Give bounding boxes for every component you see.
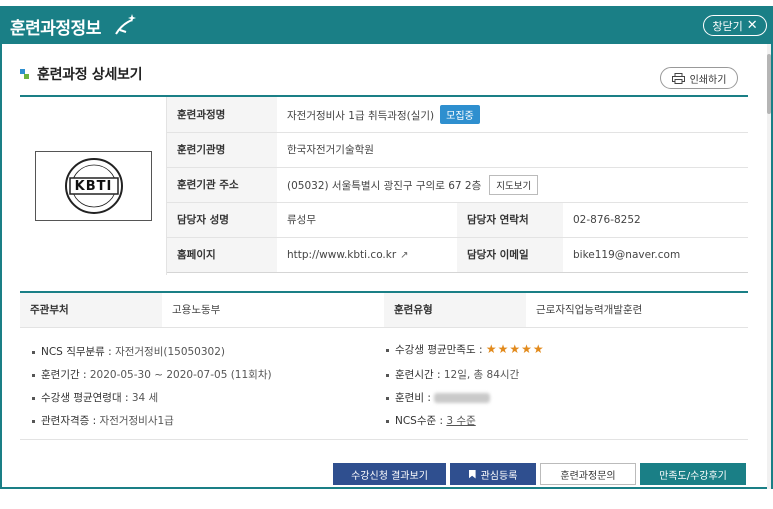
logo-cell: KBTI: [20, 97, 167, 275]
print-button[interactable]: 인쇄하기: [660, 67, 738, 89]
homepage-cell: http://www.kbti.co.kr ↗: [277, 237, 457, 273]
review-button[interactable]: 만족도/수강후기: [640, 463, 746, 485]
close-window-button[interactable]: 창닫기 ✕: [703, 15, 767, 36]
address-label: 훈련기관 주소: [167, 167, 277, 203]
course-detail-table: 훈련과정명 자전거정비사 1급 취득과정(실기) 모집중 훈련기관명 한국자전거기…: [167, 97, 748, 273]
contact-phone: 02-876-8252: [563, 202, 748, 238]
fact-label: 훈련비 :: [395, 392, 431, 404]
fact-label: NCS수준 :: [395, 415, 444, 427]
contact-email-label: 담당자 이메일: [457, 237, 563, 273]
fact-label: NCS 직무분류 :: [41, 346, 112, 358]
star-rating-icon: ★★★★★: [485, 342, 545, 356]
external-link-icon[interactable]: ↗: [400, 250, 408, 261]
fact-label: 수강생 평균연령대 :: [41, 392, 129, 404]
fee-value-redacted: [434, 393, 491, 403]
scrollbar-thumb[interactable]: [767, 54, 771, 114]
fact-hours: 훈련시간 : 12일, 총 84시간: [386, 367, 519, 382]
homepage-label: 홈페이지: [167, 237, 277, 273]
fact-ncs: NCS 직무분류 : 자전거정비(15050302): [32, 344, 225, 359]
printer-icon: [671, 72, 685, 84]
course-name-cell: 자전거정비사 1급 취득과정(실기) 모집중: [277, 97, 748, 133]
ncs-level-link[interactable]: 3 수준: [446, 415, 475, 427]
course-facts: NCS 직무분류 : 자전거정비(15050302) 수강생 평균만족도 : ★…: [20, 340, 748, 440]
address-value: (05032) 서울특별시 광진구 구의로 67 2층: [287, 179, 482, 192]
print-label: 인쇄하기: [689, 74, 727, 86]
logo-text: KBTI: [74, 178, 113, 194]
window-title: 훈련과정정보: [10, 19, 101, 39]
ministry-label: 주관부처: [20, 293, 162, 328]
section-bullet-icon: [20, 69, 29, 79]
close-label: 창닫기: [712, 19, 743, 33]
fact-value: 12일, 총 84시간: [443, 369, 520, 381]
contact-name: 류성무: [277, 202, 457, 238]
title-bar: 훈련과정정보 창닫기 ✕: [0, 6, 773, 44]
action-buttons: 수강신청 결과보기 관심등록 훈련과정문의 만족도/수강후기: [333, 463, 746, 485]
fact-fee: 훈련비 :: [386, 390, 491, 405]
contact-phone-label: 담당자 연락처: [457, 202, 563, 238]
table-row: 홈페이지 http://www.kbti.co.kr ↗ 담당자 이메일 bike…: [167, 237, 748, 273]
favorite-label: 관심등록: [480, 470, 518, 482]
course-name: 자전거정비사 1급 취득과정(실기): [287, 109, 435, 122]
course-info-window: 훈련과정정보 창닫기 ✕ 훈련과정 상세보기 인쇄하기 KBTI 훈련과정명 자…: [0, 0, 773, 509]
fact-value: 자전거정비사1급: [99, 415, 174, 427]
fact-cert: 관련자격증 : 자전거정비사1급: [32, 413, 174, 428]
table-row: 담당자 성명 류성무 담당자 연락처 02-876-8252: [167, 202, 748, 238]
table-row: 훈련과정명 자전거정비사 1급 취득과정(실기) 모집중: [167, 97, 748, 133]
section-header: 훈련과정 상세보기: [20, 64, 143, 84]
contact-name-label: 담당자 성명: [167, 202, 277, 238]
homepage-link[interactable]: http://www.kbti.co.kr: [287, 249, 396, 261]
fact-ncs-level: NCS수준 : 3 수준: [386, 413, 476, 428]
ministry-value: 고용노동부: [162, 293, 384, 328]
fact-label: 수강생 평균만족도 :: [395, 344, 483, 356]
inquiry-button[interactable]: 훈련과정문의: [540, 463, 636, 485]
review-label: 만족도/수강후기: [659, 470, 727, 482]
institution-logo: KBTI: [35, 151, 152, 221]
favorite-button[interactable]: 관심등록: [450, 463, 536, 485]
status-badge: 모집중: [440, 104, 480, 124]
address-cell: (05032) 서울특별시 광진구 구의로 67 2층 지도보기: [277, 167, 748, 203]
table-row: 훈련기관명 한국자전거기술학원: [167, 132, 748, 168]
fact-satisfaction: 수강생 평균만족도 : ★★★★★: [386, 342, 545, 357]
inquiry-label: 훈련과정문의: [560, 470, 616, 482]
institution-label: 훈련기관명: [167, 132, 277, 168]
course-name-label: 훈련과정명: [167, 97, 277, 133]
type-label: 훈련유형: [384, 293, 526, 328]
bookmark-icon: [468, 469, 476, 479]
results-button[interactable]: 수강신청 결과보기: [333, 463, 446, 485]
fact-value: 34 세: [131, 392, 159, 404]
fact-value: 자전거정비(15050302): [115, 346, 225, 358]
close-icon: ✕: [746, 18, 758, 33]
fact-period: 훈련기간 : 2020-05-30 ~ 2020-07-05 (11회차): [32, 367, 272, 382]
fact-label: 훈련시간 :: [395, 369, 441, 381]
map-button[interactable]: 지도보기: [489, 174, 539, 195]
section-title: 훈련과정 상세보기: [37, 67, 143, 83]
table-row: 주관부처 고용노동부 훈련유형 근로자직업능력개발훈련: [20, 293, 748, 328]
scrollbar[interactable]: [767, 44, 771, 489]
fact-value: 2020-05-30 ~ 2020-07-05 (11회차): [89, 369, 272, 381]
summary-table: 주관부처 고용노동부 훈련유형 근로자직업능력개발훈련: [20, 293, 748, 328]
fact-age: 수강생 평균연령대 : 34 세: [32, 390, 158, 405]
institution-name: 한국자전거기술학원: [277, 132, 748, 168]
fact-label: 관련자격증 :: [41, 415, 97, 427]
sparkle-icon: [115, 14, 136, 35]
fact-label: 훈련기간 :: [41, 369, 87, 381]
contact-email: bike119@naver.com: [563, 237, 748, 273]
table-row: 훈련기관 주소 (05032) 서울특별시 광진구 구의로 67 2층 지도보기: [167, 167, 748, 203]
type-value: 근로자직업능력개발훈련: [526, 293, 748, 328]
results-label: 수강신청 결과보기: [351, 470, 428, 482]
